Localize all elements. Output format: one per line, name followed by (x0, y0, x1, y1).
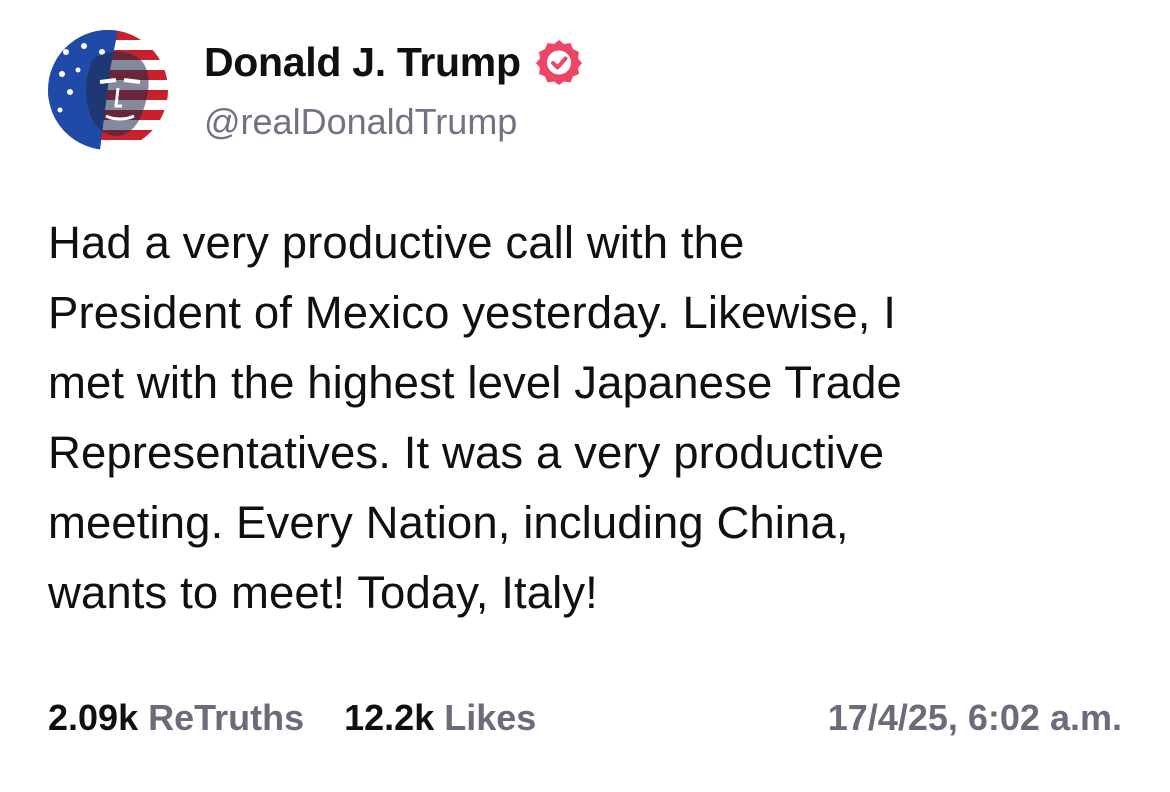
likes-count: 12.2k (344, 697, 435, 738)
name-row: Donald J. Trump (204, 37, 583, 87)
verified-badge-icon (535, 38, 583, 86)
retruths-label: ReTruths (148, 697, 305, 738)
truth-post: Donald J. Trump @realDonaldTrump Had a v… (0, 0, 1170, 792)
post-footer: 2.09k ReTruths 12.2k Likes 17/4/25, 6:02… (48, 694, 1122, 742)
author-handle[interactable]: @realDonaldTrump (204, 101, 583, 143)
post-body: Had a very productive call with the Pres… (48, 208, 1128, 628)
author-display-name[interactable]: Donald J. Trump (204, 39, 521, 86)
flag-portrait-avatar-icon (48, 30, 168, 150)
likes-stat[interactable]: 12.2k Likes (344, 697, 536, 739)
post-header: Donald J. Trump @realDonaldTrump (48, 30, 583, 150)
post-body-line: met with the highest level Japanese Trad… (48, 357, 902, 408)
avatar[interactable] (48, 30, 168, 150)
retruths-count: 2.09k (48, 697, 139, 738)
likes-label: Likes (444, 697, 537, 738)
post-body-line: meeting. Every Nation, including China, (48, 497, 849, 548)
post-body-line: Representatives. It was a very productiv… (48, 427, 885, 478)
retruths-stat[interactable]: 2.09k ReTruths (48, 697, 304, 739)
post-body-line: President of Mexico yesterday. Likewise,… (48, 287, 896, 338)
post-timestamp[interactable]: 17/4/25, 6:02 a.m. (828, 697, 1122, 739)
post-body-line: wants to meet! Today, Italy! (48, 567, 598, 618)
author-info: Donald J. Trump @realDonaldTrump (204, 37, 583, 143)
post-body-line: Had a very productive call with the (48, 217, 745, 268)
